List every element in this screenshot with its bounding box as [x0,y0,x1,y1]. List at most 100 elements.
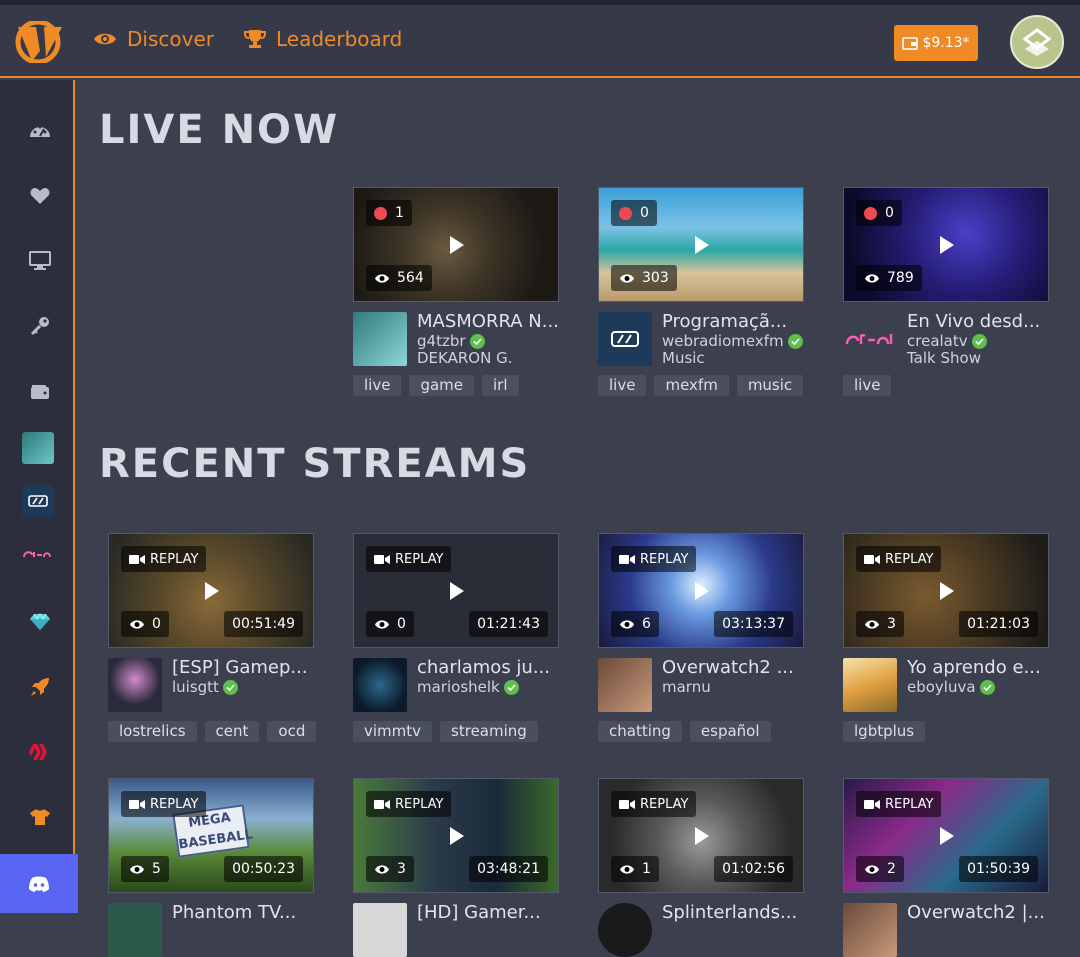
channel-name[interactable]: crealatv [907,333,1052,350]
live-stream-card[interactable]: 0 789 En Vivo desd... crealatv Talk Show… [843,187,1049,396]
channel-avatar[interactable] [353,903,407,957]
wallet-button[interactable]: $9.13* [894,25,978,61]
nav-discover[interactable]: Discover [93,27,214,51]
recent-stream-card[interactable]: REPLAY 1 01:02:56 Splinterlands... [598,778,804,957]
stream-thumbnail[interactable]: 0 789 [843,187,1049,302]
stream-title[interactable]: [HD] Gamer... [417,902,562,924]
stream-thumbnail[interactable]: REPLAY 2 01:50:39 [843,778,1049,893]
channel-avatar[interactable] [843,903,897,957]
tag[interactable]: streaming [440,721,538,742]
channel-avatar[interactable] [843,658,897,712]
sidebar-favorites[interactable] [18,178,62,214]
channel-avatar[interactable] [108,658,162,712]
sidebar-hive[interactable] [18,734,62,770]
tag[interactable]: ocd [267,721,317,742]
channel-name[interactable]: webradiomexfm [662,333,807,350]
sidebar-followed-channel-avatar[interactable] [22,538,54,570]
tag[interactable]: game [409,375,475,396]
play-icon[interactable] [450,827,464,845]
channel-name[interactable]: g4tzbr [417,333,562,350]
play-icon[interactable] [940,827,954,845]
recent-stream-card[interactable]: REPLAY 2 01:50:39 Overwatch2 |... [843,778,1049,957]
play-icon[interactable] [450,236,464,254]
play-icon[interactable] [695,582,709,600]
stream-thumbnail[interactable]: REPLAY 0 00:51:49 [108,533,314,648]
stream-title[interactable]: Splinterlands... [662,902,807,924]
stream-category[interactable]: Talk Show [907,350,1052,366]
channel-name[interactable]: marnu [662,679,807,696]
stream-title[interactable]: Programaçã... [662,311,807,333]
stream-category[interactable]: Music [662,350,807,366]
stream-title[interactable]: Phantom TV... [172,902,317,924]
hive-logo-icon [1022,28,1052,56]
tag[interactable]: cent [204,721,260,742]
stream-thumbnail[interactable]: REPLAY 0 01:21:43 [353,533,559,648]
play-icon[interactable] [940,582,954,600]
tag[interactable]: irl [482,375,519,396]
play-icon[interactable] [695,236,709,254]
channel-avatar[interactable] [353,658,407,712]
tag[interactable]: live [843,375,892,396]
user-avatar[interactable] [1010,15,1064,69]
stream-thumbnail[interactable]: MEGA BASEBALL REPLAY 5 00:50:23 [108,778,314,893]
stream-category[interactable]: DEKARON G. [417,350,562,366]
recent-stream-card[interactable]: REPLAY 0 01:21:43 charlamos ju... marios… [353,533,559,742]
tag[interactable]: live [353,375,402,396]
stream-title[interactable]: charlamos ju... [417,657,562,679]
sidebar-merch[interactable] [18,799,62,835]
channel-avatar[interactable] [843,312,897,366]
live-stream-card[interactable]: 0 303 Programaçã... webradiomexfm Music … [598,187,804,396]
channel-avatar[interactable] [598,312,652,366]
tag[interactable]: mexfm [654,375,729,396]
channel-name-text: eboyluva [907,678,976,696]
play-icon[interactable] [450,582,464,600]
stream-thumbnail[interactable]: REPLAY 6 03:13:37 [598,533,804,648]
sidebar-followed-channel-avatar[interactable] [22,432,54,464]
tag[interactable]: lgbtplus [843,721,926,742]
stream-title[interactable]: Overwatch2 |... [907,902,1052,924]
channel-name[interactable]: eboyluva [907,679,1052,696]
stream-thumbnail[interactable]: 0 303 [598,187,804,302]
sidebar-streams[interactable] [18,243,62,279]
tag[interactable]: español [689,721,771,742]
stream-title[interactable]: MASMORRA N... [417,311,562,333]
recent-stream-card[interactable]: REPLAY 0 00:51:49 [ESP] Gamep... luisgtt… [108,533,317,742]
sidebar-discord[interactable] [0,854,78,913]
stream-thumbnail[interactable]: REPLAY 1 01:02:56 [598,778,804,893]
channel-avatar[interactable] [353,312,407,366]
tag[interactable]: lostrelics [108,721,197,742]
play-icon[interactable] [205,582,219,600]
sidebar-dashboard[interactable] [18,113,62,149]
channel-avatar[interactable] [108,903,162,957]
tag[interactable]: vimmtv [353,721,433,742]
recent-stream-card[interactable]: REPLAY 6 03:13:37 Overwatch2 ... marnu c… [598,533,804,742]
play-icon[interactable] [695,827,709,845]
sidebar-wallet[interactable] [18,373,62,409]
sidebar-diamond[interactable] [18,604,62,640]
recent-stream-card[interactable]: REPLAY 3 01:21:03 Yo aprendo e... eboylu… [843,533,1049,742]
recent-stream-card[interactable]: MEGA BASEBALL REPLAY 5 00:50:23 Phantom … [108,778,314,957]
stream-title[interactable]: Overwatch2 ... [662,657,807,679]
sidebar-boost[interactable] [18,669,62,705]
channel-name[interactable]: luisgtt [172,679,317,696]
stream-thumbnail[interactable]: REPLAY 3 01:21:03 [843,533,1049,648]
play-icon[interactable] [940,236,954,254]
sidebar-followed-channel-avatar[interactable] [22,485,54,517]
live-count: 0 [885,205,894,221]
channel-avatar[interactable] [598,903,652,957]
channel-name[interactable]: marioshelk [417,679,562,696]
nav-leaderboard[interactable]: Leaderboard [244,27,402,51]
sidebar-keys[interactable] [18,308,62,344]
tag[interactable]: chatting [598,721,682,742]
stream-title[interactable]: Yo aprendo e... [907,657,1052,679]
live-stream-card[interactable]: 1 564 MASMORRA N... g4tzbr DEKARON G. li… [353,187,559,396]
tag[interactable]: live [598,375,647,396]
vimm-logo[interactable] [10,21,68,63]
stream-thumbnail[interactable]: 1 564 [353,187,559,302]
channel-avatar[interactable] [598,658,652,712]
stream-thumbnail[interactable]: REPLAY 3 03:48:21 [353,778,559,893]
recent-stream-card[interactable]: REPLAY 3 03:48:21 [HD] Gamer... [353,778,559,957]
tag[interactable]: music [736,375,804,396]
stream-title[interactable]: En Vivo desd... [907,311,1052,333]
stream-title[interactable]: [ESP] Gamep... [172,657,317,679]
